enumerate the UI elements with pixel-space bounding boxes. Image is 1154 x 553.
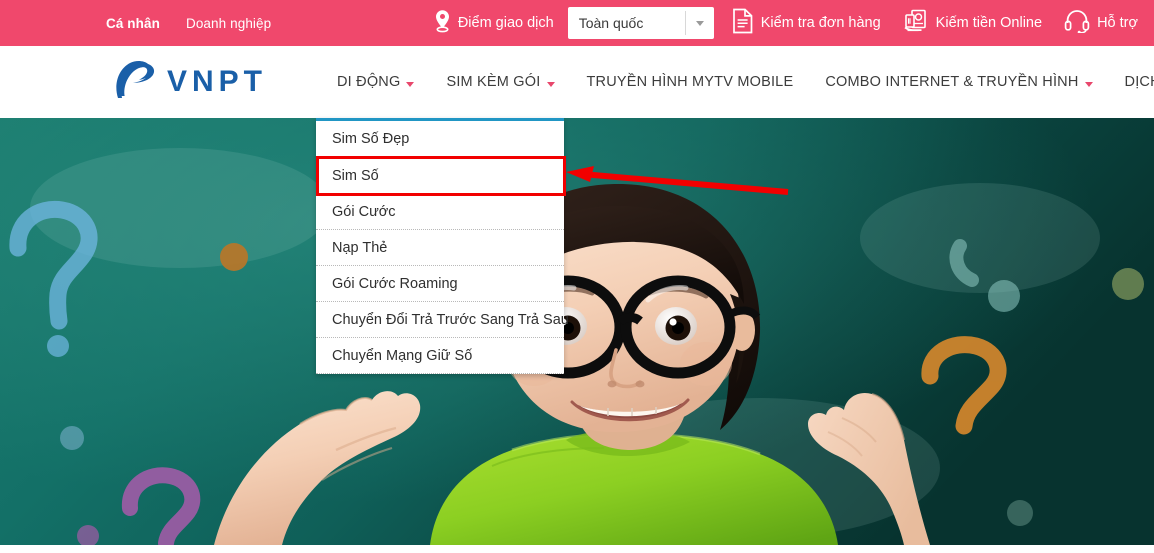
nav-item-label: COMBO INTERNET & TRUYỀN HÌNH <box>825 74 1079 90</box>
location-pin-icon <box>434 9 451 37</box>
di-dong-dropdown-menu: Sim Số Đẹp Sim Số Gói Cước Nạp Thẻ Gói C… <box>316 118 569 374</box>
nav-item-sim-kem-goi[interactable]: SIM KÈM GÓI <box>430 74 570 90</box>
support-button[interactable]: Hỗ trợ <box>1064 9 1138 37</box>
utility-topbar: Cá nhân Doanh nghiệp Điểm giao dịch Toàn… <box>0 0 1154 46</box>
chevron-down-icon <box>406 81 415 87</box>
chevron-down-icon[interactable] <box>686 20 714 26</box>
nav-item-label: SIM KÈM GÓI <box>446 74 541 90</box>
vnpt-homepage: Cá nhân Doanh nghiệp Điểm giao dịch Toàn… <box>0 0 1154 553</box>
earn-online-button[interactable]: Kiếm tiền Online <box>903 8 1042 38</box>
dropdown-item-goi-cuoc-roaming[interactable]: Gói Cước Roaming <box>316 266 564 302</box>
bottom-white-strip <box>0 545 1154 553</box>
dropdown-item-chuyen-mang-giu-so[interactable]: Chuyển Mạng Giữ Số <box>316 338 564 374</box>
region-select[interactable]: Toàn quốc <box>567 7 714 39</box>
order-check-button[interactable]: Kiểm tra đơn hàng <box>732 8 881 38</box>
nav-item-di-dong[interactable]: DI ĐỘNG <box>321 74 430 90</box>
region-select-value: Toàn quốc <box>578 15 644 31</box>
support-label: Hỗ trợ <box>1097 15 1138 31</box>
headset-icon <box>1064 9 1090 37</box>
dropdown-item-sim-so[interactable]: Sim Số <box>316 158 564 194</box>
main-navbar: VNPT DI ĐỘNG SIM KÈM GÓI TRUYỀN HÌNH MYT… <box>0 46 1154 118</box>
dropdown-item-sim-so-dep[interactable]: Sim Số Đẹp <box>316 121 564 158</box>
earn-online-label: Kiếm tiền Online <box>935 15 1043 31</box>
topbar-link-ca-nhan[interactable]: Cá nhân <box>106 16 160 31</box>
order-check-label: Kiểm tra đơn hàng <box>760 15 881 31</box>
vnpt-logo-text: VNPT <box>167 65 268 98</box>
document-icon <box>732 8 754 38</box>
store-locator-label: Điểm giao dịch <box>457 15 554 31</box>
hero-banner-image <box>0 118 1154 545</box>
dropdown-item-goi-cuoc[interactable]: Gói Cước <box>316 194 564 230</box>
nav-item-truyen-hinh-mytv-mobile[interactable]: TRUYỀN HÌNH MYTV MOBILE <box>571 74 810 90</box>
dropdown-item-nap-the[interactable]: Nạp Thẻ <box>316 230 564 266</box>
store-locator-button[interactable]: Điểm giao dịch <box>434 9 554 37</box>
nav-items: DI ĐỘNG SIM KÈM GÓI TRUYỀN HÌNH MYTV MOB… <box>321 74 1154 90</box>
chevron-down-icon <box>1084 81 1093 87</box>
region-select-divider <box>684 11 686 35</box>
topbar-services: Điểm giao dịch Toàn quốc Kiểm tra đơn hà… <box>434 7 1138 39</box>
nav-item-combo-internet-truyen-hinh[interactable]: COMBO INTERNET & TRUYỀN HÌNH <box>809 74 1108 90</box>
chevron-down-icon <box>546 81 555 87</box>
topbar-link-doanh-nghiep[interactable]: Doanh nghiệp <box>186 16 271 31</box>
nav-item-label: DỊCH VỤ SỐ <box>1124 74 1154 90</box>
nav-item-label: DI ĐỘNG <box>337 74 401 90</box>
dropdown-item-chuyen-doi-tra-truoc-sang-tra-sau[interactable]: Chuyển Đổi Trả Trước Sang Trả Sau <box>316 302 569 338</box>
money-hand-icon <box>903 8 929 38</box>
vnpt-swoosh-logo-icon <box>108 58 156 107</box>
topbar-account-links: Cá nhân Doanh nghiệp <box>106 16 271 31</box>
nav-item-label: TRUYỀN HÌNH MYTV MOBILE <box>586 74 794 90</box>
nav-item-dich-vu-so[interactable]: DỊCH VỤ SỐ <box>1109 74 1154 90</box>
vnpt-logo[interactable]: VNPT <box>108 58 267 107</box>
